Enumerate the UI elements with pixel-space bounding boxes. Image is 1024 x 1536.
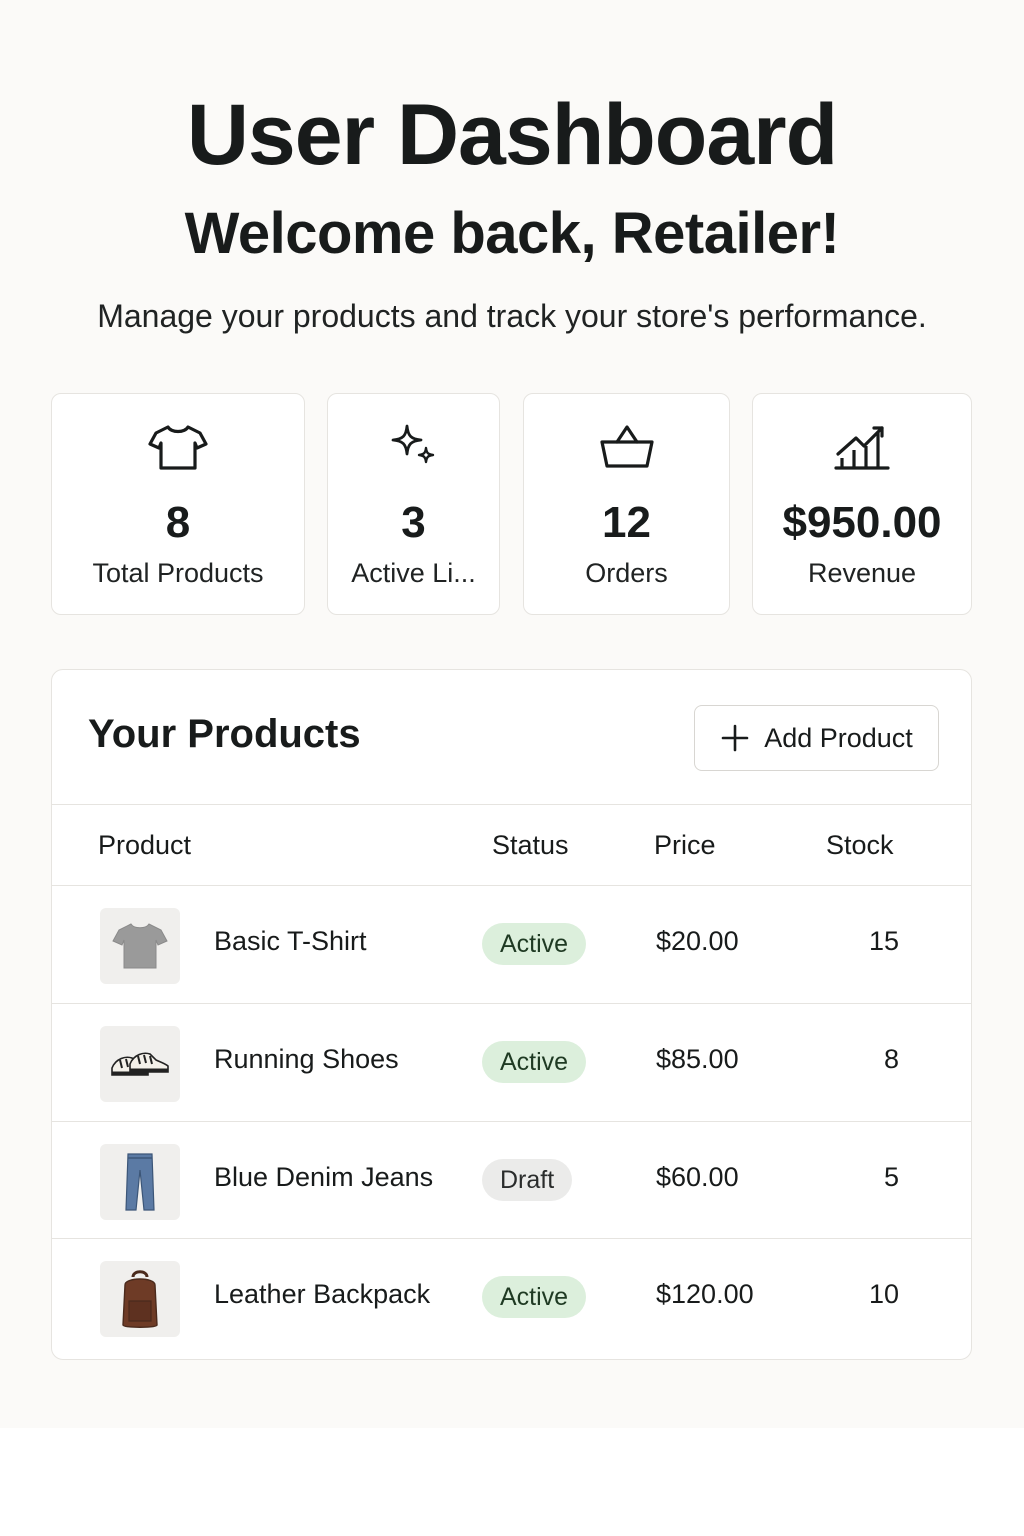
stat-label: Active Li... [351, 558, 476, 588]
stat-label: Total Products [92, 558, 264, 588]
stat-value: 8 [165, 498, 191, 547]
product-price: $85.00 [656, 1044, 739, 1074]
column-header-product: Product [98, 830, 192, 860]
column-header-stock: Stock [826, 830, 894, 860]
product-stock: 10 [868, 1279, 899, 1309]
divider [52, 804, 971, 805]
tshirt-icon [52, 422, 304, 478]
stat-value: 12 [602, 498, 651, 547]
sparkles-icon [328, 422, 499, 478]
page-subtitle: Manage your products and track your stor… [97, 298, 927, 334]
product-name: Blue Denim Jeans [214, 1162, 434, 1192]
add-product-button[interactable]: Add Product [694, 705, 939, 771]
column-header-price: Price [654, 830, 716, 860]
plus-icon [721, 724, 749, 752]
product-stock: 5 [883, 1162, 899, 1192]
stat-value: $950.00 [782, 498, 942, 547]
tshirt-thumbnail [100, 908, 180, 984]
product-name: Leather Backpack [214, 1279, 431, 1309]
stat-label: Orders [585, 558, 668, 588]
page-title: User Dashboard [186, 87, 838, 183]
status-badge: Active [482, 1041, 587, 1083]
stat-card-total-products: 8 Total Products [51, 393, 305, 615]
jeans-thumbnail [100, 1144, 180, 1220]
table-row[interactable]: Leather Backpack Active $120.00 10 [52, 1239, 971, 1356]
welcome-heading: Welcome back, Retailer! [184, 201, 840, 266]
stat-card-active-listings: 3 Active Li... [327, 393, 500, 615]
backpack-thumbnail [100, 1261, 180, 1337]
status-badge: Active [482, 923, 587, 965]
product-stock: 15 [868, 926, 899, 956]
table-row[interactable]: Basic T-Shirt Active $20.00 15 [52, 886, 971, 1003]
panel-title: Your Products [88, 712, 361, 756]
shoes-thumbnail [100, 1026, 180, 1102]
stat-label: Revenue [807, 558, 917, 588]
product-stock: 8 [883, 1044, 899, 1074]
add-product-label: Add Product [764, 722, 913, 753]
chart-up-icon [753, 422, 971, 478]
basket-icon [524, 422, 729, 478]
product-price: $120.00 [656, 1279, 754, 1309]
status-badge: Active [482, 1276, 587, 1318]
page-footer-blank [0, 1428, 1024, 1536]
stat-value: 3 [401, 498, 426, 547]
product-name: Basic T-Shirt [214, 926, 367, 956]
product-price: $60.00 [656, 1162, 739, 1192]
stat-card-revenue: $950.00 Revenue [752, 393, 972, 615]
product-price: $20.00 [656, 926, 739, 956]
status-badge: Draft [482, 1159, 573, 1201]
product-name: Running Shoes [214, 1044, 399, 1074]
products-panel: Your Products Add Product Product Status… [51, 669, 972, 1360]
column-header-status: Status [492, 830, 569, 860]
stat-card-orders: 12 Orders [523, 393, 730, 615]
table-row[interactable]: Running Shoes Active $85.00 8 [52, 1004, 971, 1121]
table-row[interactable]: Blue Denim Jeans Draft $60.00 5 [52, 1122, 971, 1239]
